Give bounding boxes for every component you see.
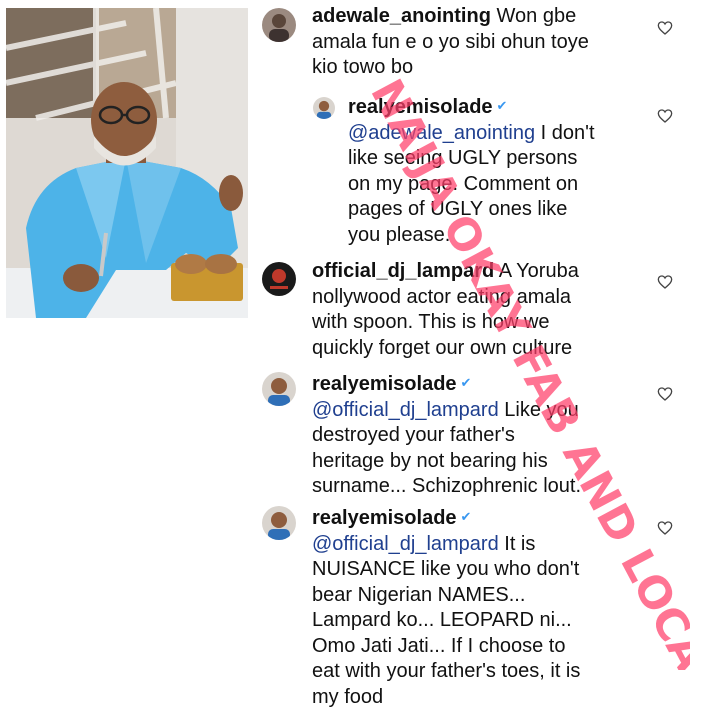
comment-2: realyemisolade ✔ @adewale_anointing I don… xyxy=(348,93,648,248)
comment-text-line: like seeing UGLY persons xyxy=(348,147,578,169)
comment-username[interactable]: official_dj_lampard xyxy=(312,260,494,282)
comment-text-line: NUISANCE like you who don't xyxy=(312,558,580,580)
verified-badge-icon: ✔ xyxy=(460,509,472,524)
comment-1: adewale_anointing Won gbe amala fun e o … xyxy=(312,4,642,81)
comment-text-line: eat with your father's toes, it is xyxy=(312,660,581,682)
comment-username[interactable]: realyemisolade xyxy=(312,507,457,529)
comment-username[interactable]: realyemisolade xyxy=(348,96,493,118)
comment-text-line: you please. xyxy=(348,223,451,246)
comment-text-line: I don't xyxy=(540,121,595,144)
heart-icon[interactable] xyxy=(657,386,673,402)
mention-link[interactable]: @official_dj_lampard xyxy=(312,533,499,555)
comment-text-line: pages of UGLY ones like xyxy=(348,198,568,220)
comment-text-line: kio towo bo xyxy=(312,56,414,78)
heart-icon[interactable] xyxy=(657,520,673,536)
comment-text-line: with spoon. This is how we xyxy=(312,311,550,333)
comment-username[interactable]: realyemisolade xyxy=(312,373,457,395)
verified-badge-icon: ✔ xyxy=(496,98,508,113)
comment-text-line: on my page. Comment on xyxy=(348,172,579,195)
comment-text-line: nollywood actor eating amala xyxy=(312,285,572,308)
avatar-adewale[interactable] xyxy=(262,8,296,42)
avatar-realyemisolade[interactable] xyxy=(313,97,335,119)
comment-text-line: surname... Schizophrenic lout. xyxy=(312,475,582,497)
comment-text-line: Won gbe xyxy=(496,5,577,27)
avatar-dj-lampard[interactable] xyxy=(262,262,296,296)
comment-text-line: amala fun e o yo sibi ohun toye xyxy=(312,30,589,53)
comment-text-line: heritage by not bearing his xyxy=(312,449,548,472)
avatar-realyemisolade[interactable] xyxy=(262,372,296,406)
comment-text-line: It is xyxy=(504,532,536,555)
avatar-realyemisolade[interactable] xyxy=(262,506,296,540)
comment-username[interactable]: adewale_anointing xyxy=(312,5,491,27)
comment-text-line: quickly forget our own culture xyxy=(312,336,573,359)
mention-link[interactable]: @adewale_anointing xyxy=(348,122,535,144)
heart-icon[interactable] xyxy=(657,274,673,290)
comment-text-line: destroyed your father's xyxy=(312,424,515,446)
verified-badge-icon: ✔ xyxy=(460,375,472,390)
comment-3: official_dj_lampard A Yoruba nollywood a… xyxy=(312,259,642,361)
heart-icon[interactable] xyxy=(657,20,673,36)
comment-5: realyemisolade ✔ @official_dj_lampard It … xyxy=(312,504,652,710)
post-photo xyxy=(6,8,248,318)
comment-text-line: bear Nigerian NAMES... xyxy=(312,583,526,606)
comment-text-line: Like you xyxy=(504,398,579,421)
comment-text-line: my food xyxy=(312,685,384,708)
comment-text-line: A Yoruba xyxy=(498,260,579,282)
heart-icon[interactable] xyxy=(657,108,673,124)
comment-4: realyemisolade ✔ @official_dj_lampard Lik… xyxy=(312,370,642,500)
mention-link[interactable]: @official_dj_lampard xyxy=(312,399,499,421)
comment-text-line: Lampard ko... LEOPARD ni... xyxy=(312,609,572,631)
comment-text-line: Omo Jati Jati... If I choose to xyxy=(312,634,566,657)
